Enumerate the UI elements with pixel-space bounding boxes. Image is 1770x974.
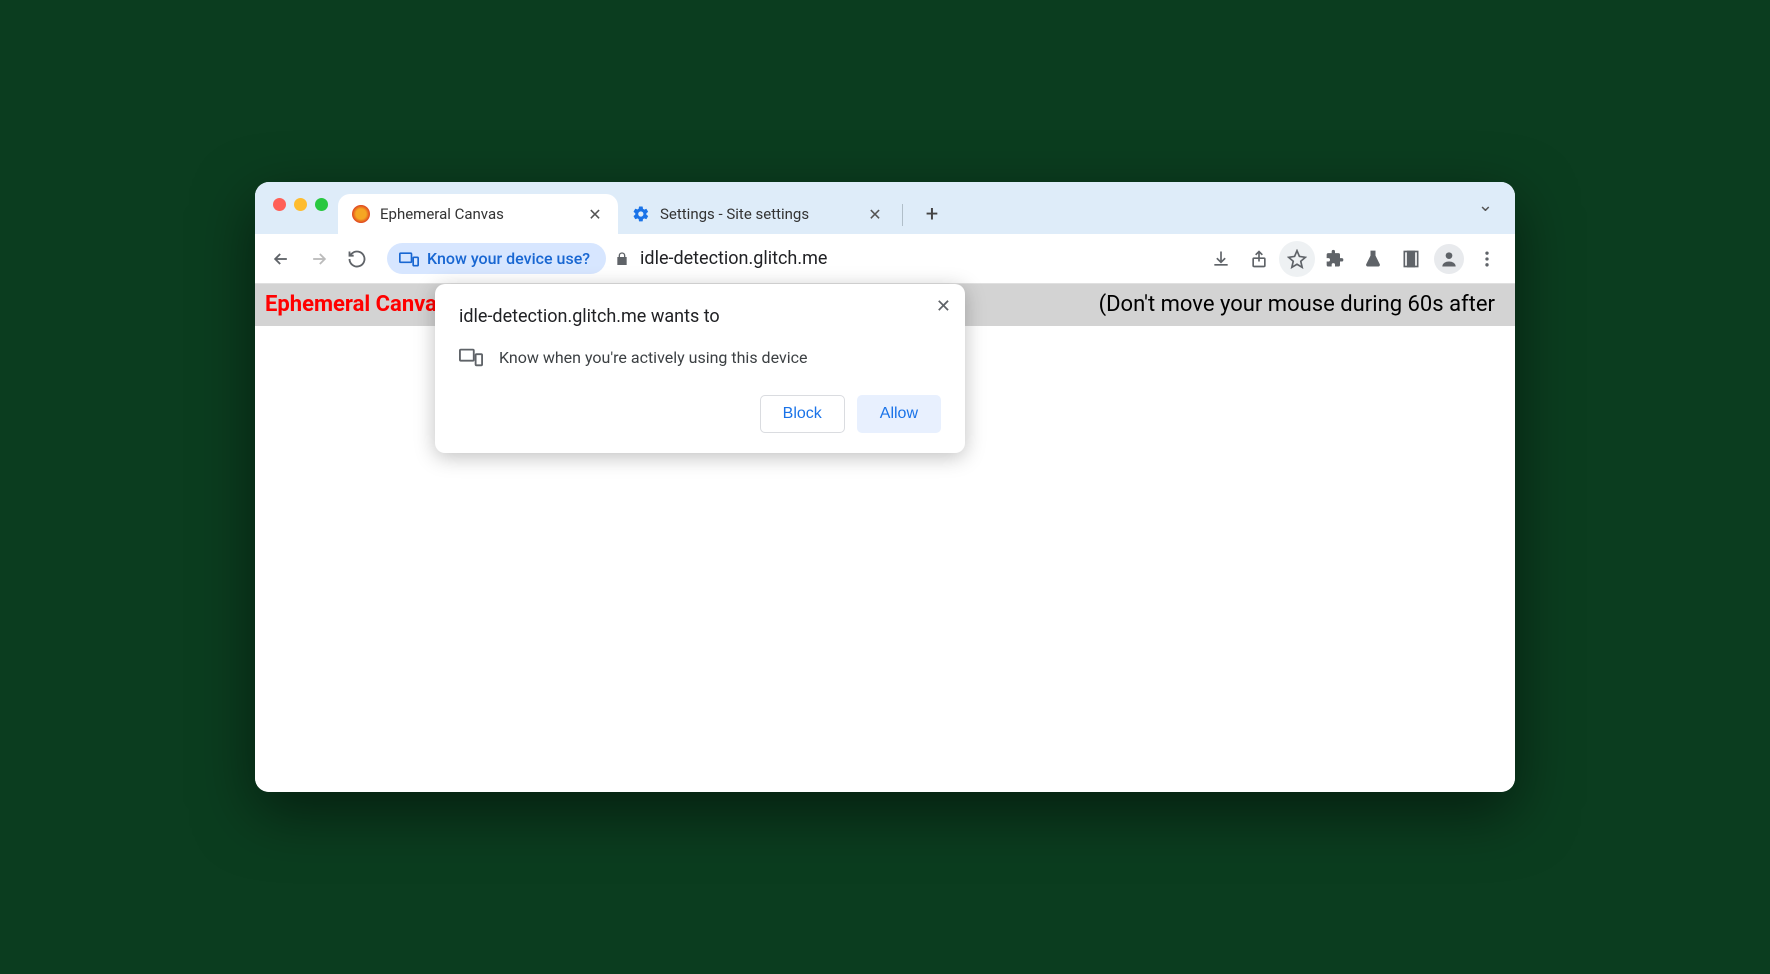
chevron-down-icon[interactable]: ⌄ — [1468, 195, 1503, 222]
tab-title: Settings - Site settings — [660, 205, 856, 223]
url-display: idle-detection.glitch.me — [614, 248, 1189, 269]
extensions-icon[interactable] — [1317, 241, 1353, 277]
menu-icon[interactable] — [1469, 241, 1505, 277]
toolbar: Know your device use? idle-detection.gli… — [255, 234, 1515, 284]
allow-button[interactable]: Allow — [857, 395, 941, 433]
labs-icon[interactable] — [1355, 241, 1391, 277]
page-content: Ephemeral Canvas (Don't move your mouse … — [255, 284, 1515, 792]
devices-icon — [459, 347, 483, 367]
close-icon[interactable]: ✕ — [936, 296, 951, 317]
permission-chip-label: Know your device use? — [427, 249, 590, 268]
tab-divider — [902, 204, 903, 226]
window-controls — [267, 182, 338, 234]
permission-dialog-title: idle-detection.glitch.me wants to — [459, 306, 941, 327]
address-bar[interactable]: Know your device use? idle-detection.gli… — [387, 243, 1189, 274]
permission-row: Know when you're actively using this dev… — [459, 347, 941, 367]
reload-button[interactable] — [341, 243, 373, 275]
tab-ephemeral-canvas[interactable]: Ephemeral Canvas ✕ — [338, 194, 618, 234]
minimize-window-button[interactable] — [294, 198, 307, 211]
tab-bar: Ephemeral Canvas ✕ Settings - Site setti… — [255, 182, 1515, 234]
share-icon[interactable] — [1241, 241, 1277, 277]
block-button[interactable]: Block — [760, 395, 845, 433]
url-text: idle-detection.glitch.me — [640, 248, 827, 269]
bookmark-star-icon[interactable] — [1279, 241, 1315, 277]
reader-icon[interactable] — [1393, 241, 1429, 277]
download-icon[interactable] — [1203, 241, 1239, 277]
close-window-button[interactable] — [273, 198, 286, 211]
tab-title: Ephemeral Canvas — [380, 205, 576, 223]
close-tab-icon[interactable]: ✕ — [866, 205, 884, 224]
close-tab-icon[interactable]: ✕ — [586, 205, 604, 224]
favicon-icon — [352, 205, 370, 223]
maximize-window-button[interactable] — [315, 198, 328, 211]
permission-row-text: Know when you're actively using this dev… — [499, 348, 807, 367]
permission-chip[interactable]: Know your device use? — [387, 243, 606, 274]
browser-window: Ephemeral Canvas ✕ Settings - Site setti… — [255, 182, 1515, 792]
gear-icon — [632, 205, 650, 223]
page-title: Ephemeral Canvas — [265, 292, 448, 318]
profile-avatar[interactable] — [1431, 241, 1467, 277]
new-tab-button[interactable]: + — [915, 197, 949, 231]
permission-actions: Block Allow — [459, 395, 941, 433]
page-note: (Don't move your mouse during 60s after — [1099, 292, 1505, 317]
permission-dialog: ✕ idle-detection.glitch.me wants to Know… — [435, 284, 965, 453]
back-button[interactable] — [265, 243, 297, 275]
tab-settings[interactable]: Settings - Site settings ✕ — [618, 194, 898, 234]
toolbar-actions — [1203, 241, 1505, 277]
lock-icon — [614, 250, 630, 268]
forward-button[interactable] — [303, 243, 335, 275]
